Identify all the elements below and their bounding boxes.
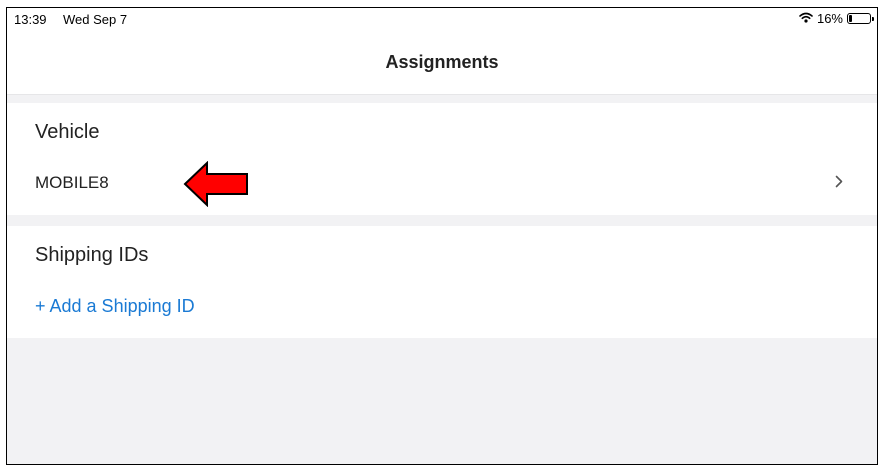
battery-tip [872,17,874,21]
battery-level [849,15,852,22]
shipping-ids-section: Shipping IDs + Add a Shipping ID [7,226,877,338]
vehicle-header: Vehicle [35,121,100,143]
wifi-icon [799,11,813,26]
app-window: 13:39 Wed Sep 7 16% Assignments Vehicle … [6,7,878,465]
page-title: Assignments [385,52,499,72]
vehicle-row[interactable]: MOBILE8 [7,159,877,215]
navigation-bar: Assignments [7,30,877,95]
vehicle-section: Vehicle MOBILE8 [7,103,877,215]
shipping-ids-header: Shipping IDs [35,244,149,266]
status-indicators: 16% [799,11,874,26]
chevron-right-icon [835,175,843,193]
vehicle-value: MOBILE8 [35,173,109,192]
add-shipping-id-link[interactable]: + Add a Shipping ID [35,296,195,317]
battery-icon [847,13,874,24]
status-bar: 13:39 Wed Sep 7 16% [7,8,877,30]
status-time: 13:39 [14,12,47,27]
red-arrow-left-icon [183,160,249,212]
battery-percent: 16% [816,11,843,26]
status-date: Wed Sep 7 [63,12,128,27]
